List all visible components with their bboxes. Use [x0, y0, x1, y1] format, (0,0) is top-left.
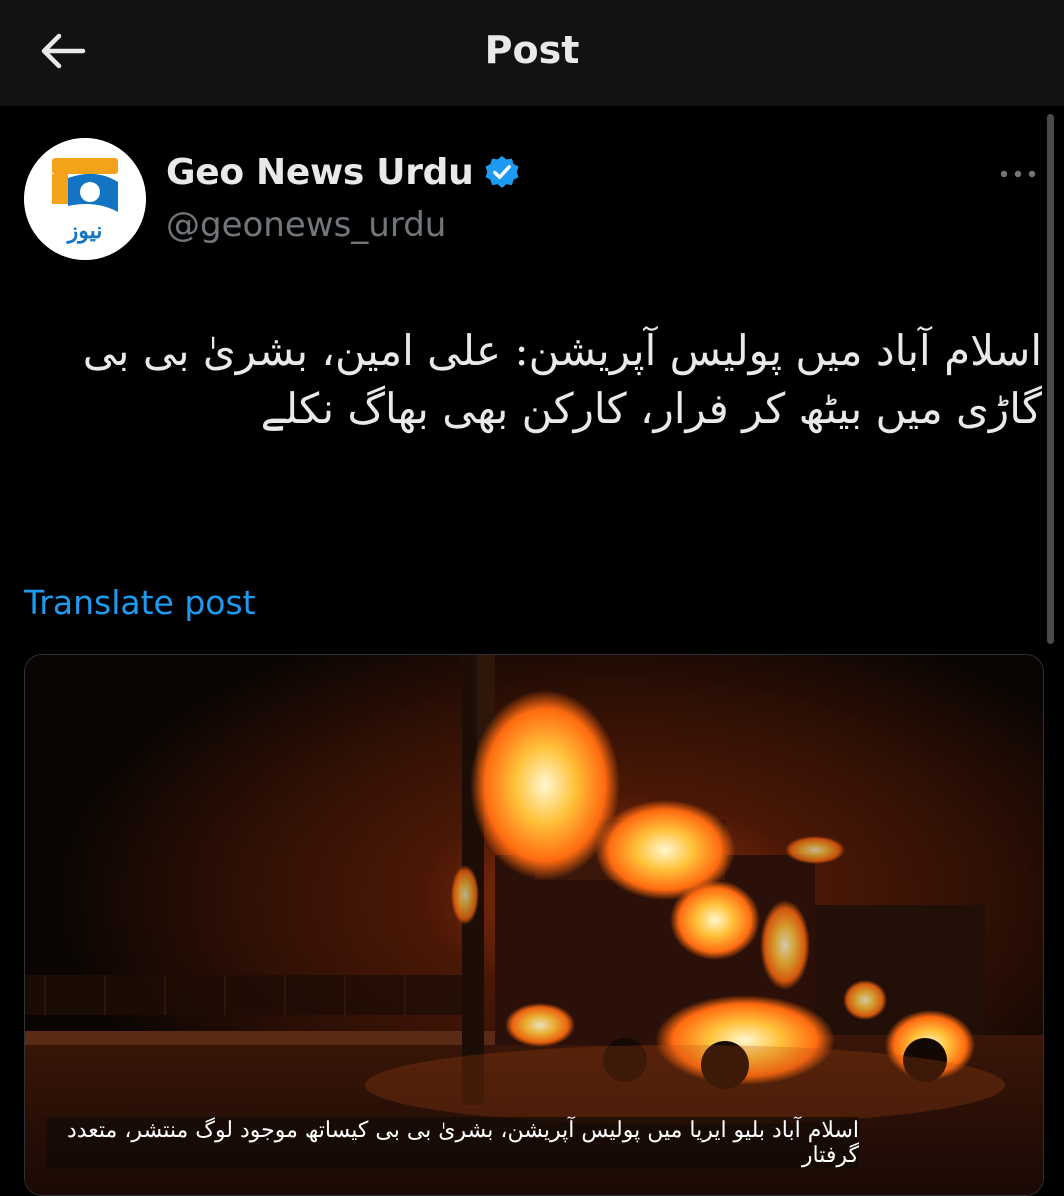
post-text: اسلام آباد میں پولیس آپریشن: علی امین، ب…	[82, 326, 1042, 433]
geo-news-logo: نیوز	[24, 138, 146, 260]
burning-vehicle-photo	[25, 655, 1043, 1195]
more-dots-icon	[1000, 170, 1036, 178]
author-name[interactable]: Geo News Urdu	[166, 152, 474, 193]
author-name-row[interactable]: Geo News Urdu	[166, 152, 521, 193]
translate-post-link[interactable]: Translate post	[24, 583, 256, 622]
top-bar: Post	[0, 0, 1064, 106]
author-handle[interactable]: @geonews_urdu	[166, 205, 446, 245]
more-options-button[interactable]	[996, 156, 1040, 192]
image-caption: اسلام آباد بلیو ایریا میں پولیس آپریشن، …	[47, 1117, 859, 1169]
svg-text:نیوز: نیوز	[66, 218, 103, 244]
verified-badge-icon	[485, 155, 520, 188]
page-title: Post	[484, 28, 580, 72]
avatar[interactable]: نیوز	[24, 138, 146, 260]
scrollbar[interactable]	[1047, 114, 1054, 644]
post-image[interactable]: اسلام آباد بلیو ایریا میں پولیس آپریشن، …	[24, 654, 1044, 1196]
